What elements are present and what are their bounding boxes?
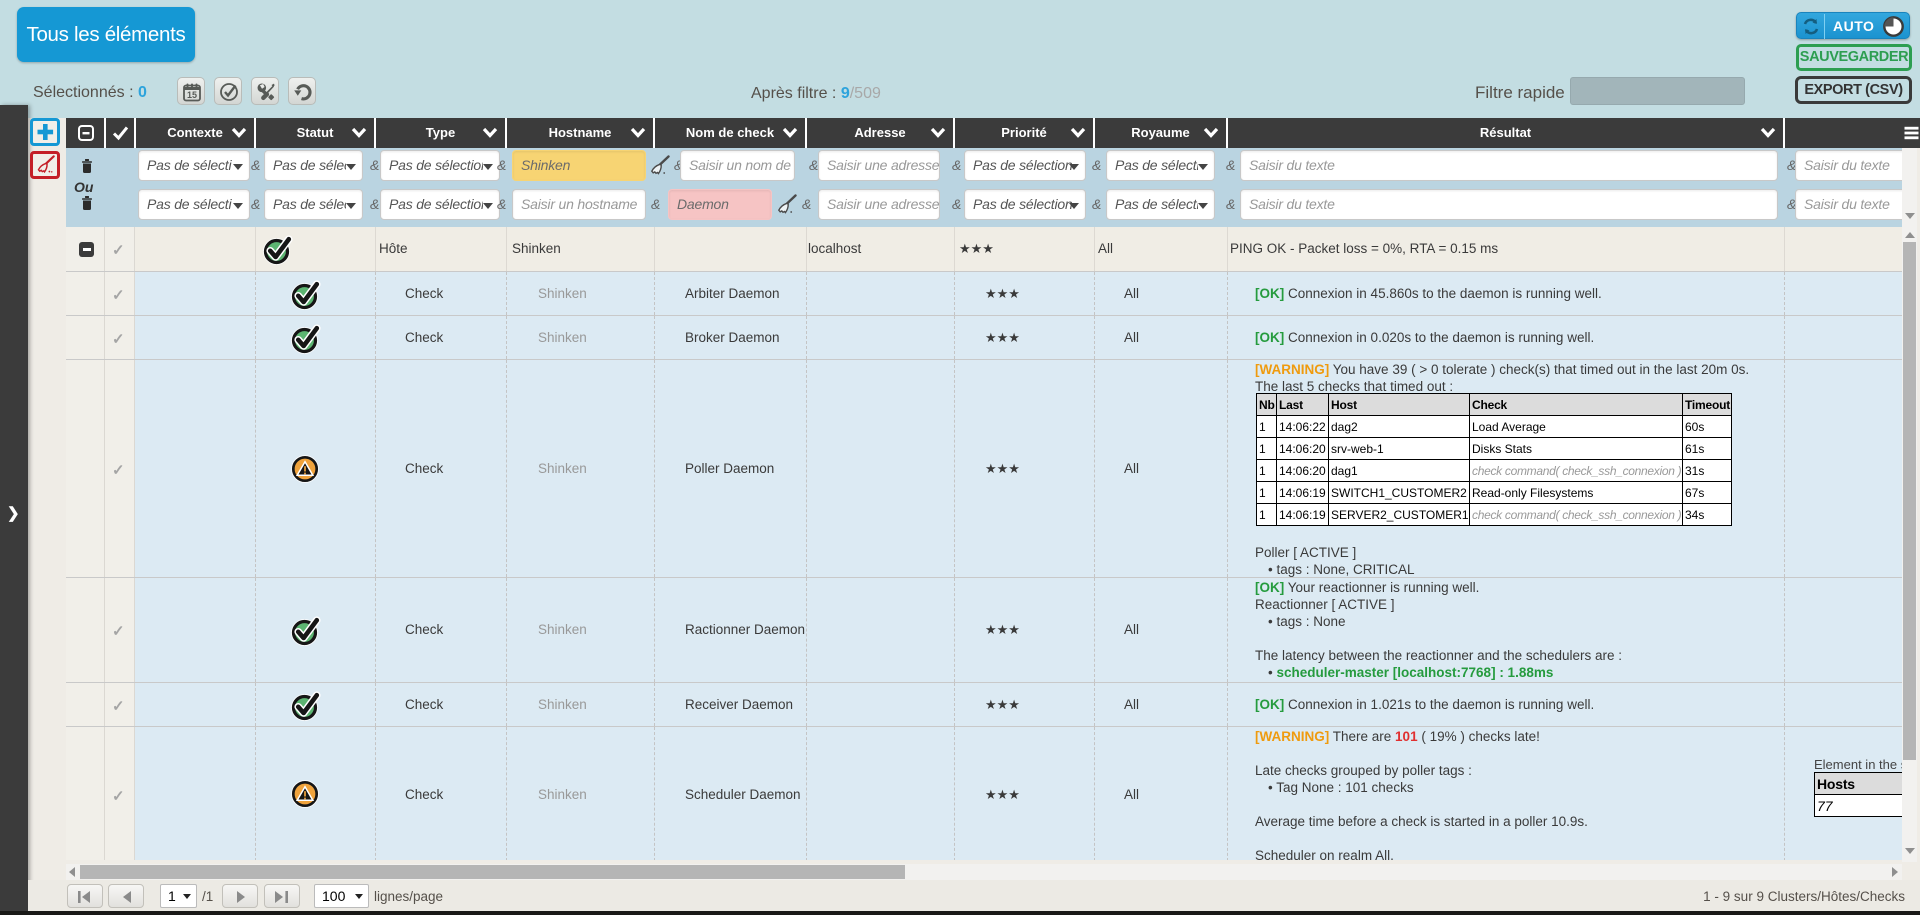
svg-text:15: 15: [187, 90, 197, 100]
